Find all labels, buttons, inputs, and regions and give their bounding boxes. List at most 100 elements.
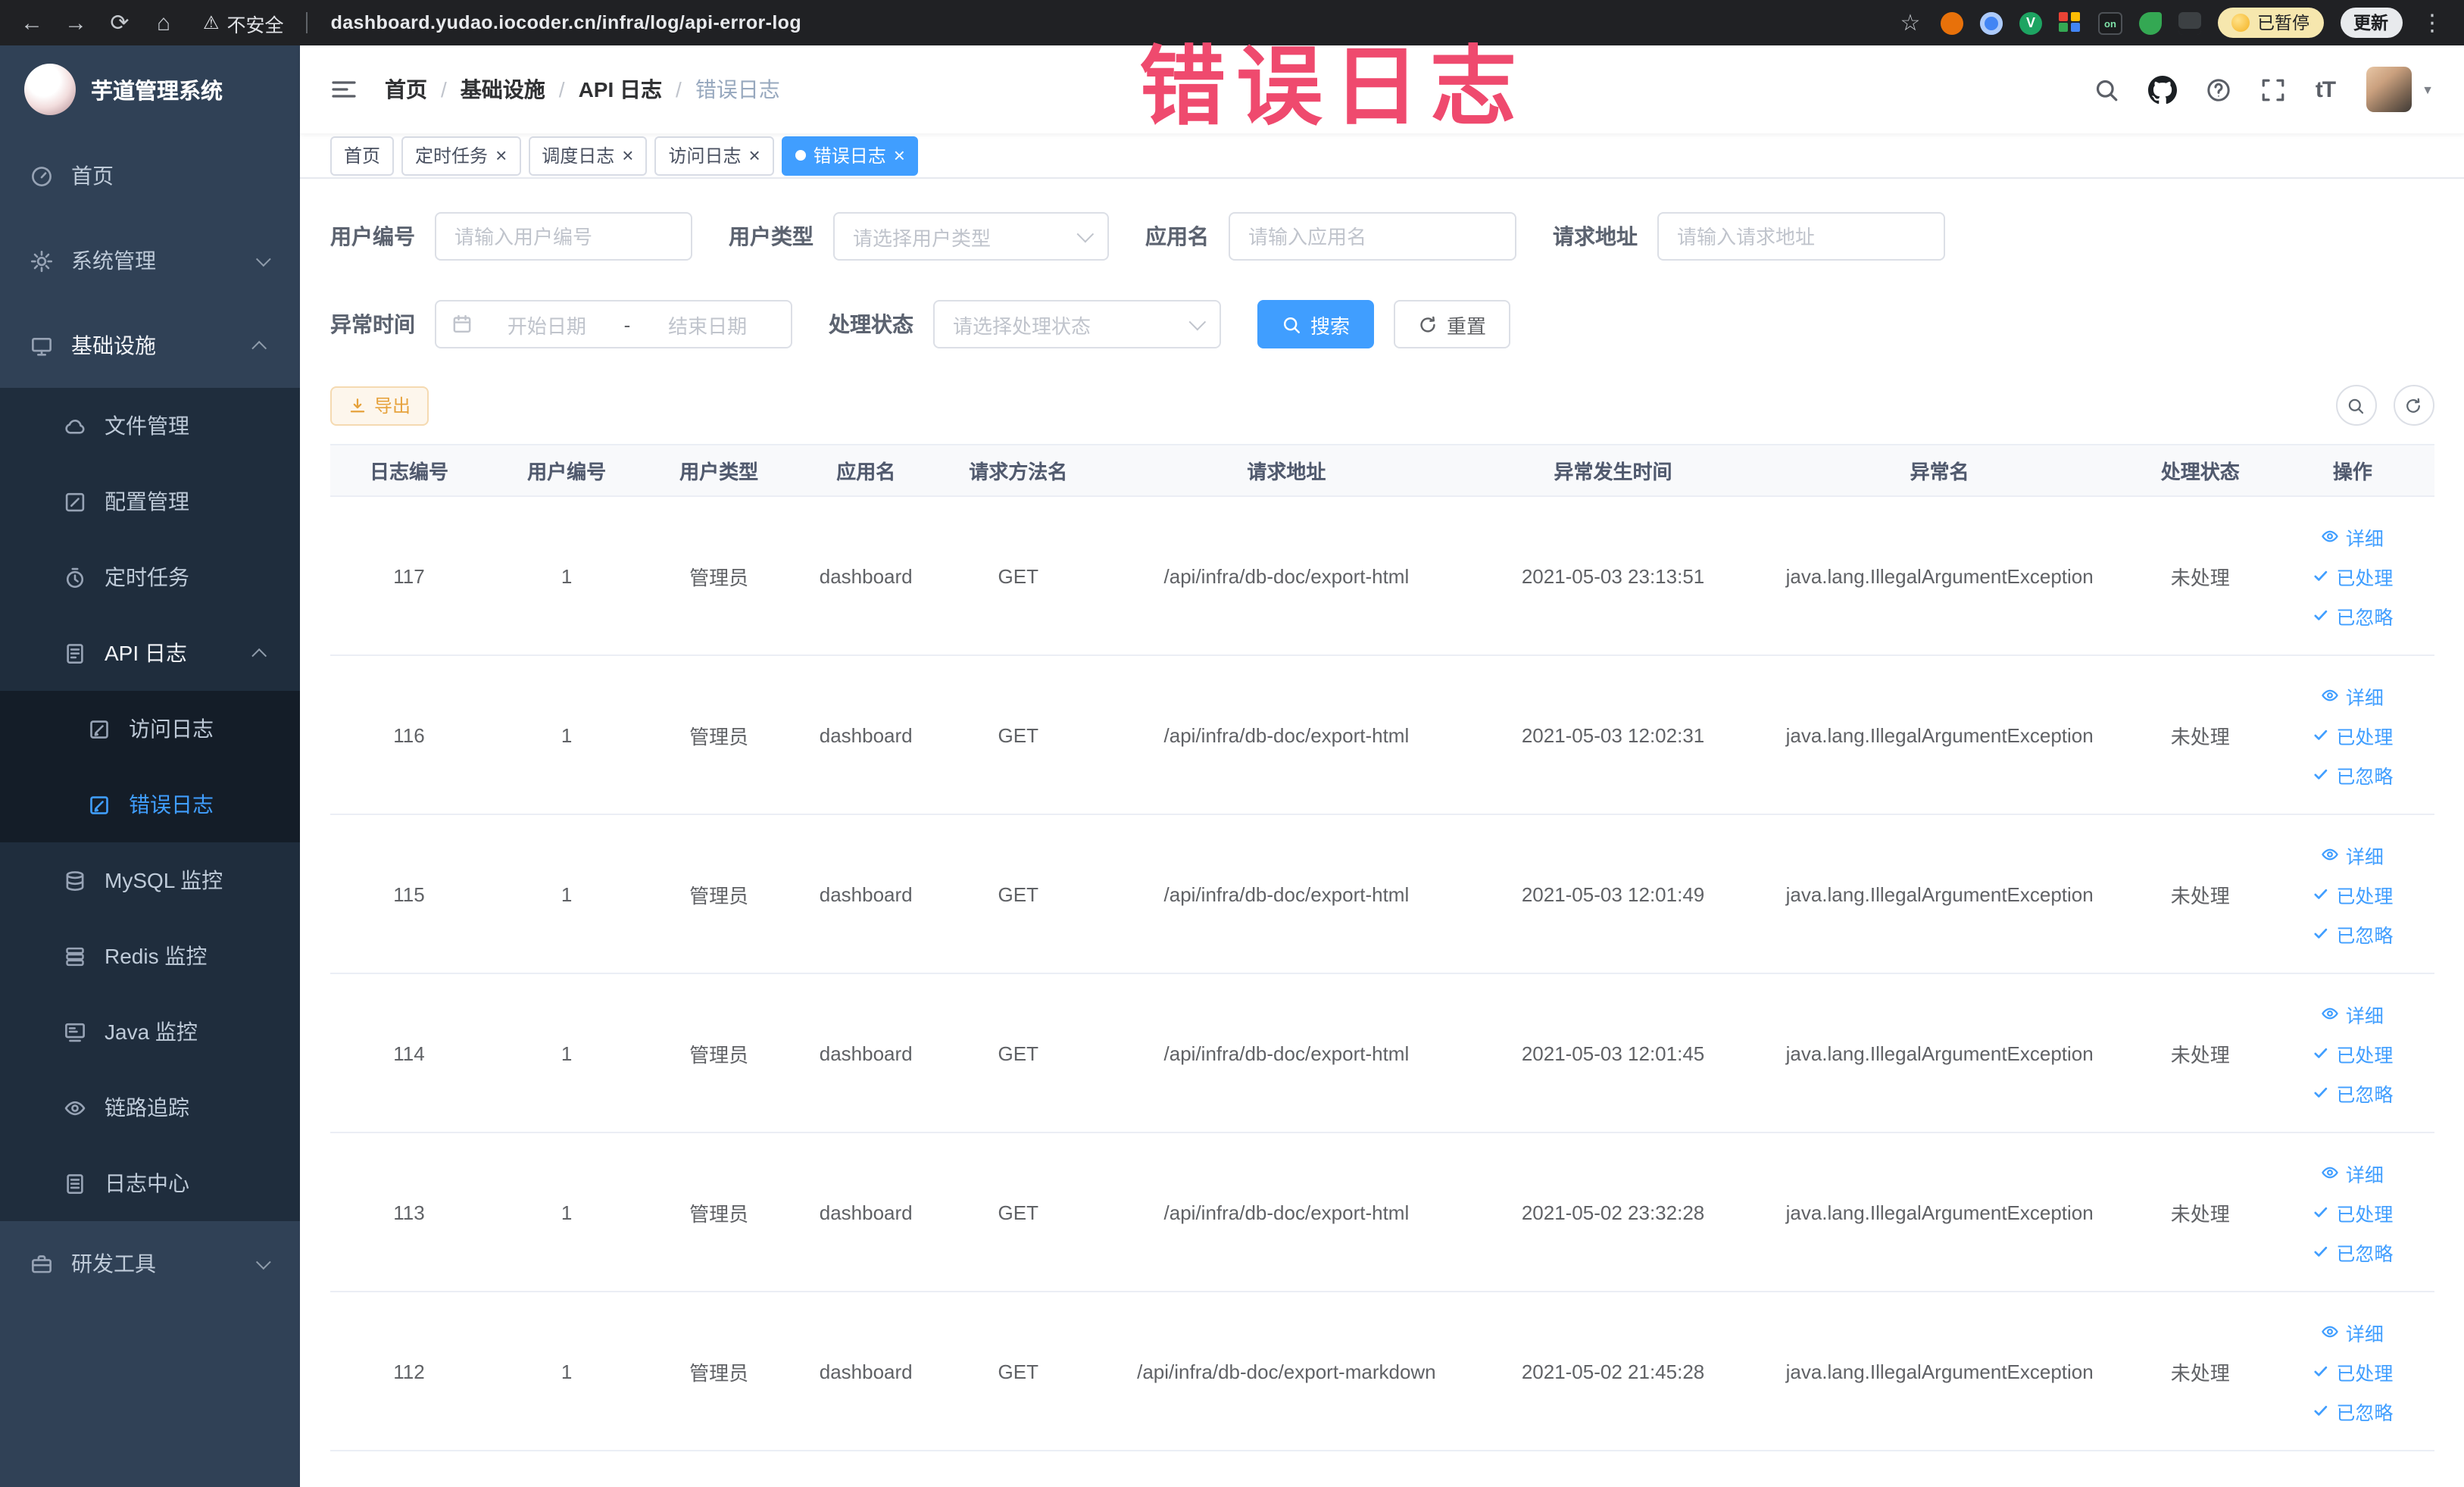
toggle-search-button[interactable] <box>2335 385 2376 426</box>
sidebar-item-3[interactable]: 文件管理 <box>0 388 300 464</box>
cell-log-id: 115 <box>330 814 489 974</box>
extension-plug-icon[interactable] <box>2178 11 2201 34</box>
tab-3[interactable]: 访问日志 × <box>654 136 774 175</box>
date-range-separator: - <box>623 313 631 336</box>
sidebar-toggle-icon[interactable] <box>330 77 358 102</box>
sidebar-item-label: Java 监控 <box>105 1020 198 1044</box>
tab-1[interactable]: 定时任务 × <box>401 136 521 175</box>
sidebar-item-6[interactable]: API 日志 <box>0 615 300 691</box>
action-processed-link[interactable]: 已处理 <box>2281 1351 2425 1391</box>
font-size-icon[interactable]: tT <box>2316 77 2336 102</box>
export-button[interactable]: 导出 <box>330 386 429 425</box>
sidebar-item-7[interactable]: 访问日志 <box>0 691 300 767</box>
extension-green-icon[interactable]: V <box>2019 11 2042 34</box>
tab-close-icon[interactable]: × <box>495 145 507 165</box>
sidebar-item-1[interactable]: 系统管理 <box>0 218 300 303</box>
browser-reload-icon[interactable]: ⟳ <box>106 9 133 36</box>
cell-user-id: 1 <box>488 655 646 815</box>
user-id-input[interactable] <box>435 212 692 261</box>
paused-extension-badge[interactable]: 已暂停 <box>2218 8 2323 38</box>
avatar-caret-icon[interactable]: ▼ <box>2422 83 2434 96</box>
sidebar-item-13[interactable]: 日志中心 <box>0 1145 300 1221</box>
breadcrumb-item-1[interactable]: 基础设施 <box>461 74 545 105</box>
exception-time-range-picker[interactable]: 开始日期 - 结束日期 <box>435 300 792 348</box>
user-avatar[interactable] <box>2366 67 2412 112</box>
action-detail-link[interactable]: 详细 <box>2281 517 2425 556</box>
extension-blue-icon[interactable] <box>1980 11 2003 34</box>
security-indicator[interactable]: ⚠ 不安全 <box>203 8 284 37</box>
tab-4[interactable]: 错误日志 × <box>781 136 919 175</box>
user-type-select[interactable]: 请选择用户类型 <box>833 212 1109 261</box>
extension-on-switch-icon[interactable]: on <box>2098 11 2122 34</box>
sidebar-item-14[interactable]: 研发工具 <box>0 1221 300 1306</box>
fullscreen-icon[interactable] <box>2261 77 2287 102</box>
refresh-table-button[interactable] <box>2393 385 2434 426</box>
action-detail-link[interactable]: 详细 <box>2281 994 2425 1033</box>
action-processed-link[interactable]: 已处理 <box>2281 1033 2425 1073</box>
eye-icon <box>2322 686 2340 704</box>
bookmark-star-icon[interactable]: ☆ <box>1897 9 1924 36</box>
tab-close-icon[interactable]: × <box>622 145 633 165</box>
action-ignored-link[interactable]: 已忽略 <box>2281 1073 2425 1112</box>
trace-icon <box>64 1096 86 1119</box>
date-start-placeholder: 开始日期 <box>507 314 586 337</box>
sidebar-item-12[interactable]: 链路追踪 <box>0 1070 300 1145</box>
action-ignored-link[interactable]: 已忽略 <box>2281 595 2425 635</box>
action-processed-link[interactable]: 已处理 <box>2281 874 2425 914</box>
action-processed-link[interactable]: 已处理 <box>2281 1192 2425 1232</box>
github-icon[interactable] <box>2149 75 2178 104</box>
sidebar-item-4[interactable]: 配置管理 <box>0 464 300 539</box>
cell-request-url: /api/infra/db-doc/export-html <box>1097 973 1476 1133</box>
app-logo[interactable]: 芋道管理系统 <box>0 45 300 133</box>
cell-actions: 详细 已处理 已忽略 <box>2271 1132 2434 1292</box>
search-button[interactable]: 搜索 <box>1257 300 1375 348</box>
action-detail-link[interactable]: 详细 <box>2281 676 2425 715</box>
extension-leaf-icon[interactable] <box>2139 11 2162 34</box>
browser-home-icon[interactable]: ⌂ <box>150 9 177 36</box>
action-ignored-link[interactable]: 已忽略 <box>2281 754 2425 794</box>
process-status-select[interactable]: 请选择处理状态 <box>933 300 1221 348</box>
tab-0[interactable]: 首页 <box>330 136 395 175</box>
browser-forward-icon[interactable]: → <box>62 9 89 36</box>
sidebar-item-8[interactable]: 错误日志 <box>0 767 300 842</box>
search-icon[interactable] <box>2094 77 2120 102</box>
browser-back-icon[interactable]: ← <box>18 9 45 36</box>
refresh-icon <box>2404 396 2422 414</box>
sidebar-item-10[interactable]: Redis 监控 <box>0 918 300 994</box>
action-ignored-link[interactable]: 已忽略 <box>2281 914 2425 953</box>
sidebar-item-11[interactable]: Java 监控 <box>0 994 300 1070</box>
help-icon[interactable] <box>2206 77 2232 102</box>
tab-close-icon[interactable]: × <box>749 145 760 165</box>
cell-actions: 详细 已处理 已忽略 <box>2271 973 2434 1133</box>
browser-update-button[interactable]: 更新 <box>2340 8 2402 38</box>
breadcrumb-item-2[interactable]: API 日志 <box>579 74 662 105</box>
chevron-icon <box>255 251 271 267</box>
browser-menu-icon[interactable]: ⋮ <box>2419 9 2446 36</box>
sidebar-item-9[interactable]: MySQL 监控 <box>0 842 300 918</box>
cell-app-name: dashboard <box>792 655 940 815</box>
extension-grid-icon[interactable] <box>2059 11 2081 34</box>
paused-badge-label: 已暂停 <box>2257 15 2309 33</box>
action-processed-link[interactable]: 已处理 <box>2281 715 2425 754</box>
action-detail-link[interactable]: 详细 <box>2281 1153 2425 1192</box>
cell-status: 未处理 <box>2128 973 2272 1133</box>
action-label: 已处理 <box>2336 1363 2394 1384</box>
extension-orange-icon[interactable] <box>1941 11 1963 34</box>
breadcrumb-item-0[interactable]: 首页 <box>385 74 427 105</box>
app-name-input[interactable] <box>1229 212 1516 261</box>
address-bar-url[interactable]: dashboard.yudao.iocoder.cn/infra/log/api… <box>331 12 801 33</box>
check-icon <box>2312 924 2330 942</box>
sidebar-item-2[interactable]: 基础设施 <box>0 303 300 388</box>
action-ignored-link[interactable]: 已忽略 <box>2281 1232 2425 1271</box>
action-ignored-link[interactable]: 已忽略 <box>2281 1391 2425 1430</box>
sidebar-item-5[interactable]: 定时任务 <box>0 539 300 615</box>
tab-2[interactable]: 调度日志 × <box>528 136 648 175</box>
reset-button[interactable]: 重置 <box>1394 300 1511 348</box>
cell-log-id: 112 <box>330 1292 489 1451</box>
sidebar-item-0[interactable]: 首页 <box>0 133 300 218</box>
tab-close-icon[interactable]: × <box>894 145 905 165</box>
action-processed-link[interactable]: 已处理 <box>2281 556 2425 595</box>
action-detail-link[interactable]: 详细 <box>2281 835 2425 874</box>
action-detail-link[interactable]: 详细 <box>2281 1312 2425 1351</box>
request-url-input[interactable] <box>1657 212 1945 261</box>
